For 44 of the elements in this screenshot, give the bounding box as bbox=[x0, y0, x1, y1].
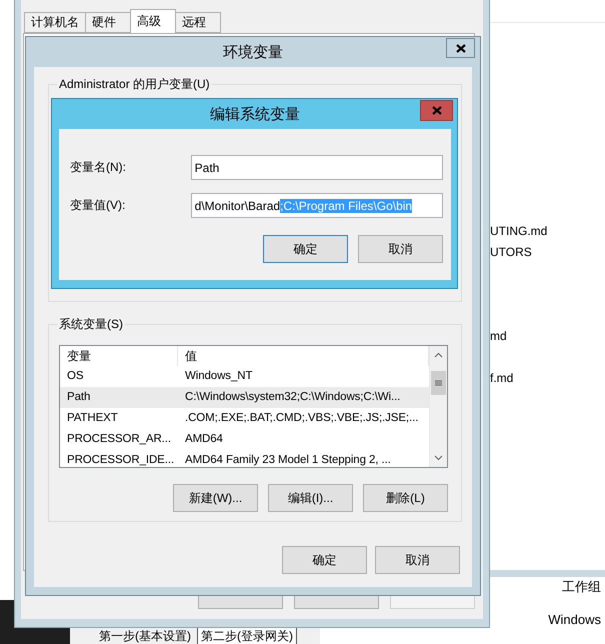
variable-name: OS bbox=[66, 369, 84, 384]
tab[interactable]: 高级 bbox=[130, 9, 176, 33]
variable-value: C:\Windows\system32;C:\Windows;C:\Wi... bbox=[184, 390, 402, 405]
input-field[interactable]: Path bbox=[190, 155, 443, 180]
tab[interactable]: 第一步(基本设置) bbox=[95, 626, 195, 644]
dialog-button[interactable]: 取消 bbox=[358, 235, 443, 263]
input-field[interactable]: d\Monitor\Barad;C:\Program Files\Go\bin bbox=[190, 193, 443, 218]
window-title: 环境变量 bbox=[223, 42, 283, 62]
group-label: 系统变量(S) bbox=[57, 316, 125, 333]
close-button[interactable] bbox=[446, 38, 475, 58]
detail-text: Windows bbox=[548, 612, 601, 627]
detail-text: 工作组 bbox=[562, 578, 601, 596]
field-label: 变量值(V): bbox=[70, 197, 126, 214]
close-icon bbox=[456, 44, 466, 52]
variable-name: PATHEXT bbox=[66, 411, 119, 426]
list-action-button[interactable]: 编辑(I)... bbox=[268, 484, 353, 512]
dialog-button[interactable]: 确定 bbox=[282, 546, 367, 574]
tab[interactable]: 远程 bbox=[175, 12, 221, 33]
variable-name: PROCESSOR_AR... bbox=[66, 432, 172, 447]
file-name[interactable]: f.md bbox=[490, 368, 605, 389]
variable-name: PROCESSOR_IDE... bbox=[66, 453, 176, 467]
dialog-title: 编辑系统变量 bbox=[210, 104, 300, 124]
variable-name: Path bbox=[66, 390, 92, 405]
scroll-up-icon[interactable] bbox=[434, 352, 443, 358]
tab[interactable]: 计算机名 bbox=[24, 12, 86, 33]
file-name[interactable]: UTING.md bbox=[490, 221, 605, 242]
group-label: Administrator 的用户变量(U) bbox=[57, 76, 212, 93]
close-icon bbox=[432, 106, 442, 115]
list-row[interactable]: Path C:\Windows\system32;C:\Windows;C:\Wi... bbox=[60, 387, 429, 408]
list-action-button[interactable]: 新建(W)... bbox=[173, 484, 258, 512]
variable-value: .COM;.EXE;.BAT;.CMD;.VBS;.VBE;.JS;.JSE;... bbox=[184, 411, 420, 426]
scroll-down-icon[interactable] bbox=[434, 455, 443, 461]
tab[interactable]: 硬件 bbox=[85, 12, 131, 33]
file-name[interactable]: md bbox=[490, 326, 605, 347]
scroll-thumb[interactable] bbox=[431, 371, 446, 395]
scrollbar[interactable] bbox=[429, 346, 447, 467]
dialog-button[interactable]: 确定 bbox=[263, 235, 348, 263]
dialog-button[interactable]: 取消 bbox=[375, 546, 460, 574]
field-label: 变量名(N): bbox=[70, 159, 127, 176]
variable-value: AMD64 Family 23 Model 1 Stepping 2, ... bbox=[184, 453, 392, 467]
file-name[interactable]: UTORS bbox=[490, 242, 605, 263]
variable-value: Windows_NT bbox=[184, 369, 254, 384]
variable-value: AMD64 bbox=[184, 432, 224, 447]
list-action-button[interactable]: 删除(L) bbox=[363, 484, 448, 512]
